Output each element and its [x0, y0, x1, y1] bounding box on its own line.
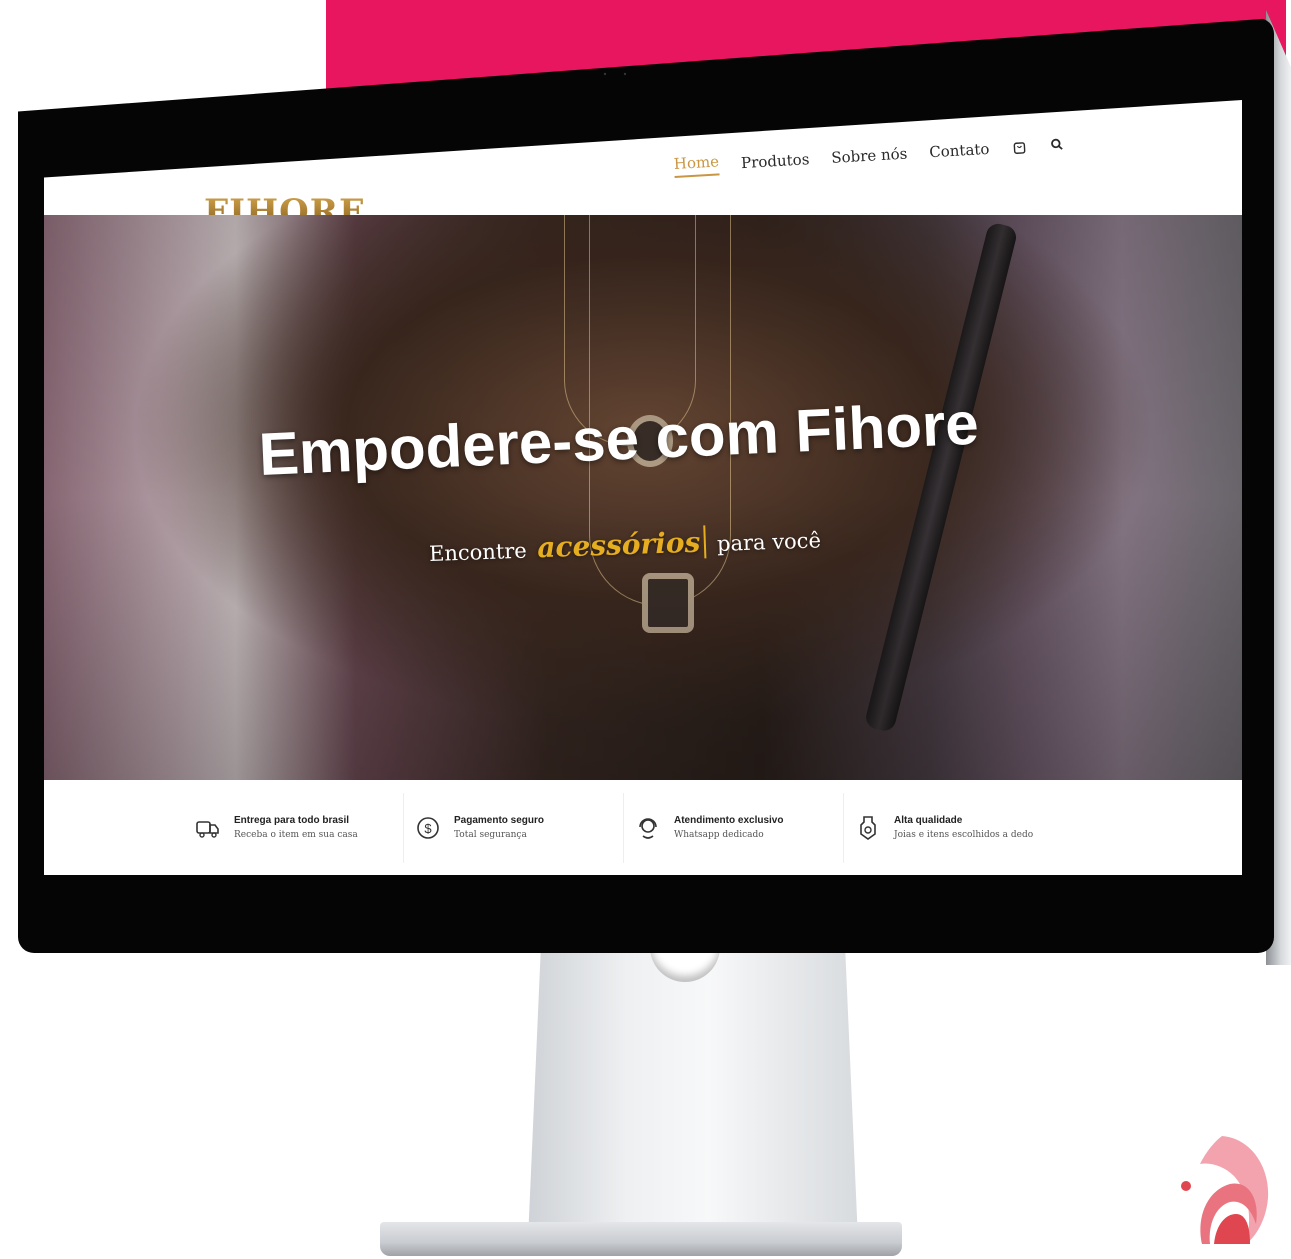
- feature-delivery: Entrega para todo brasil Receba o item e…: [184, 792, 404, 863]
- feature-title: Alta qualidade: [894, 815, 963, 826]
- nav-sobre-nos[interactable]: Sobre nós: [831, 144, 908, 166]
- nav-produtos[interactable]: Produtos: [741, 150, 810, 172]
- hero-banner: Empodere-se com Fihore Encontre acessóri…: [44, 215, 1242, 780]
- main-nav: Home Produtos Sobre nós Contato: [673, 132, 1066, 178]
- nav-contato[interactable]: Contato: [929, 139, 990, 160]
- monitor-stand: [528, 940, 858, 1240]
- feature-description: Receba o item em sua casa: [234, 830, 358, 840]
- support-headset-icon: [639, 817, 657, 839]
- svg-text:$: $: [424, 821, 432, 836]
- feature-title: Entrega para todo brasil: [234, 815, 350, 826]
- monitor-stand-base: [380, 1222, 902, 1256]
- dollar-coin-icon: $: [417, 816, 439, 839]
- camera-icon: [603, 72, 627, 76]
- feature-description: Whatsapp dedicado: [674, 830, 764, 840]
- feature-description: Total segurança: [454, 830, 527, 840]
- search-icon[interactable]: [1049, 136, 1066, 153]
- feature-title: Atendimento exclusivo: [674, 815, 784, 826]
- feature-description: Joias e itens escolhidos a dedo: [894, 830, 1034, 840]
- features-bar: Entrega para todo brasil Receba o item e…: [44, 780, 1242, 875]
- hero-subtitle-end: para você: [716, 528, 822, 556]
- diamond-quality-icon: [860, 815, 876, 840]
- hero-subtitle-start: Encontre: [428, 538, 528, 566]
- feature-title: Pagamento seguro: [454, 815, 545, 826]
- nav-home[interactable]: Home: [673, 152, 720, 178]
- shopping-bag-icon[interactable]: [1011, 138, 1028, 155]
- feature-support: Atendimento exclusivo Whatsapp dedicado: [624, 792, 844, 863]
- hero-subtitle-highlight: acessórios: [536, 525, 707, 565]
- feature-payment: $ Pagamento seguro Total segurança: [404, 792, 624, 863]
- feature-quality: Alta qualidade Joias e itens escolhidos …: [844, 793, 1084, 863]
- website-screen: FIHORE ▬▬▬ Home Produtos Sobre nós Conta…: [44, 100, 1242, 875]
- truck-icon: [196, 820, 219, 838]
- brand-logo-mark: [1181, 1136, 1269, 1244]
